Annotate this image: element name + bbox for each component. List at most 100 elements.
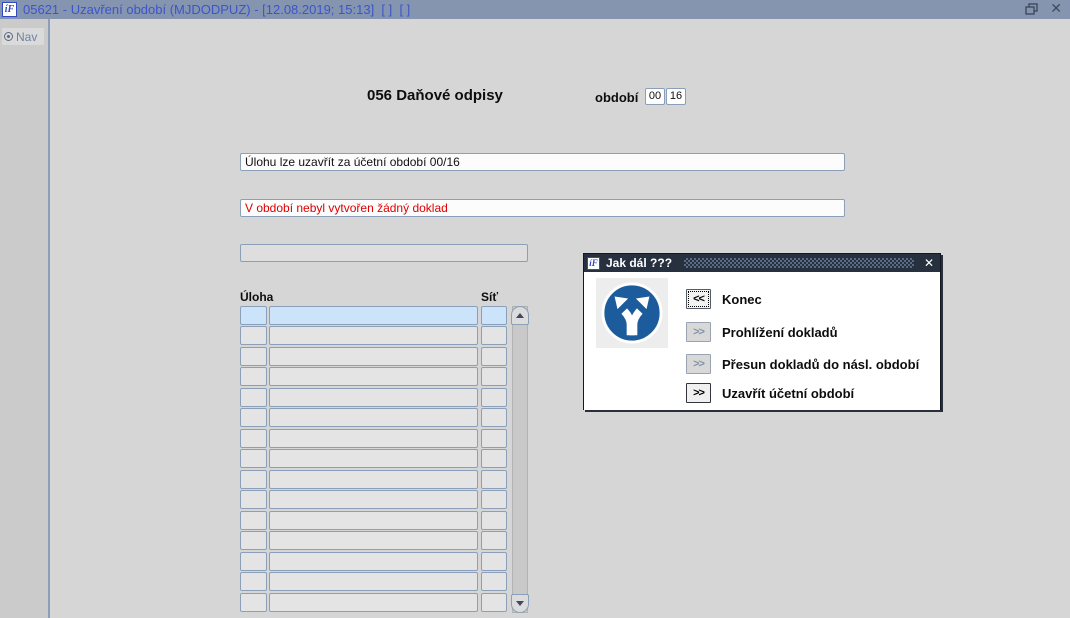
table-row[interactable]: [240, 490, 508, 510]
uloha-prefix-cell[interactable]: [240, 572, 267, 592]
table-row[interactable]: [240, 551, 508, 572]
dialog-action-presun: >> Přesun dokladů do násl. období: [686, 354, 919, 374]
table-row[interactable]: [240, 306, 508, 326]
sit-cell[interactable]: [481, 367, 507, 387]
uloha-prefix-cell[interactable]: [240, 551, 267, 571]
sit-cell[interactable]: [481, 551, 507, 571]
fork-direction-sign-icon: [601, 282, 663, 344]
sit-cell[interactable]: [481, 449, 507, 469]
sidebar: Nav: [0, 19, 50, 618]
scroll-up-button[interactable]: [511, 306, 529, 325]
scrollbar-track[interactable]: [512, 306, 528, 613]
vertical-scrollbar[interactable]: [511, 306, 529, 613]
dialog-body: << Konec >> Prohlížení dokladů >> Přesun…: [584, 272, 940, 410]
nav-button[interactable]: Nav: [2, 28, 44, 45]
table-row[interactable]: [240, 510, 508, 531]
app-window: íF 05621 - Uzavření období (MJDODPUZ) - …: [0, 0, 1070, 618]
period-year-field[interactable]: 00: [645, 88, 665, 105]
uloha-prefix-cell[interactable]: [240, 449, 267, 469]
uloha-prefix-cell[interactable]: [240, 367, 267, 387]
uloha-cell[interactable]: [269, 592, 478, 612]
dialog-title: Jak dál ???: [606, 256, 673, 270]
uloha-prefix-cell[interactable]: [240, 326, 267, 346]
sit-cell[interactable]: [481, 428, 507, 448]
sit-cell[interactable]: [481, 326, 507, 346]
uzavrit-obdobi-label: Uzavřít účetní období: [722, 385, 855, 401]
uloha-cell[interactable]: [269, 490, 478, 510]
uloha-cell[interactable]: [269, 346, 478, 366]
table-row[interactable]: [240, 326, 508, 346]
prohlizeni-dokladu-button[interactable]: >>: [686, 322, 711, 342]
table-row[interactable]: [240, 469, 508, 490]
table-row[interactable]: [240, 408, 508, 428]
uloha-prefix-cell[interactable]: [240, 387, 267, 407]
dialog-action-konec: << Konec: [686, 289, 762, 309]
info-message-field[interactable]: Úlohu lze uzavřít za účetní období 00/16: [240, 153, 845, 171]
table-row[interactable]: [240, 592, 508, 613]
konec-button[interactable]: <<: [686, 289, 711, 309]
sit-cell[interactable]: [481, 510, 507, 530]
uloha-cell[interactable]: [269, 531, 478, 551]
window-title: 05621 - Uzavření období (MJDODPUZ) - [12…: [23, 2, 411, 17]
uloha-prefix-cell[interactable]: [240, 428, 267, 448]
uloha-prefix-cell[interactable]: [240, 346, 267, 366]
uloha-prefix-cell[interactable]: [240, 592, 267, 612]
uloha-cell[interactable]: [269, 408, 478, 428]
uloha-cell[interactable]: [269, 428, 478, 448]
sit-cell[interactable]: [481, 346, 507, 366]
konec-label: Konec: [722, 291, 762, 307]
uloha-prefix-cell[interactable]: [240, 510, 267, 530]
uloha-prefix-cell[interactable]: [240, 469, 267, 489]
uloha-cell[interactable]: [269, 510, 478, 530]
warning-message-field[interactable]: V období nebyl vytvořen žádný doklad: [240, 199, 845, 217]
table-row[interactable]: [240, 387, 508, 408]
sit-cell[interactable]: [481, 592, 507, 612]
uloha-prefix-cell[interactable]: [240, 531, 267, 551]
sit-cell[interactable]: [481, 469, 507, 489]
table-row[interactable]: [240, 572, 508, 592]
table-row[interactable]: [240, 367, 508, 387]
sit-cell[interactable]: [481, 490, 507, 510]
scroll-down-button[interactable]: [511, 594, 529, 613]
uloha-cell[interactable]: [269, 306, 478, 325]
presun-dokladu-label: Přesun dokladů do násl. období: [722, 356, 920, 372]
uloha-cell[interactable]: [269, 551, 478, 571]
sit-cell[interactable]: [481, 306, 507, 325]
empty-field[interactable]: [240, 244, 528, 262]
sit-cell[interactable]: [481, 387, 507, 407]
sit-cell[interactable]: [481, 408, 507, 428]
uloha-cell[interactable]: [269, 367, 478, 387]
nav-label: Nav: [16, 29, 38, 44]
table-row[interactable]: [240, 531, 508, 551]
sit-cell[interactable]: [481, 531, 507, 551]
uloha-cell[interactable]: [269, 449, 478, 469]
arrow-up-icon: [516, 313, 524, 318]
table-row[interactable]: [240, 428, 508, 449]
dialog-titlebar[interactable]: íF Jak dál ??? ✕: [584, 254, 940, 272]
uloha-cell[interactable]: [269, 572, 478, 592]
form-title: 056 Daňové odpisy: [367, 87, 503, 104]
uloha-prefix-cell[interactable]: [240, 490, 267, 510]
dialog-close-icon[interactable]: ✕: [924, 254, 934, 272]
dialog-logo-icon: íF: [587, 256, 600, 270]
uloha-prefix-cell[interactable]: [240, 306, 267, 325]
prohlizeni-dokladu-label: Prohlížení dokladů: [722, 324, 838, 340]
close-icon[interactable]: ✕: [1050, 0, 1062, 19]
task-grid: [240, 306, 508, 613]
uloha-cell[interactable]: [269, 326, 478, 346]
uloha-cell[interactable]: [269, 469, 478, 489]
presun-dokladu-button[interactable]: >>: [686, 354, 711, 374]
dialog-drag-pattern[interactable]: [684, 258, 914, 268]
restore-icon[interactable]: [1024, 3, 1040, 16]
uloha-cell[interactable]: [269, 387, 478, 407]
period-number-field[interactable]: 16: [666, 88, 686, 105]
uzavrit-obdobi-button[interactable]: >>: [686, 383, 711, 403]
table-row[interactable]: [240, 346, 508, 367]
sit-cell[interactable]: [481, 572, 507, 592]
column-header-sit: Síť: [481, 290, 499, 304]
uloha-prefix-cell[interactable]: [240, 408, 267, 428]
table-row[interactable]: [240, 449, 508, 469]
sign-image: [596, 278, 668, 348]
dialog-action-uzavrit: >> Uzavřít účetní období: [686, 383, 854, 403]
arrow-down-icon: [516, 601, 524, 606]
